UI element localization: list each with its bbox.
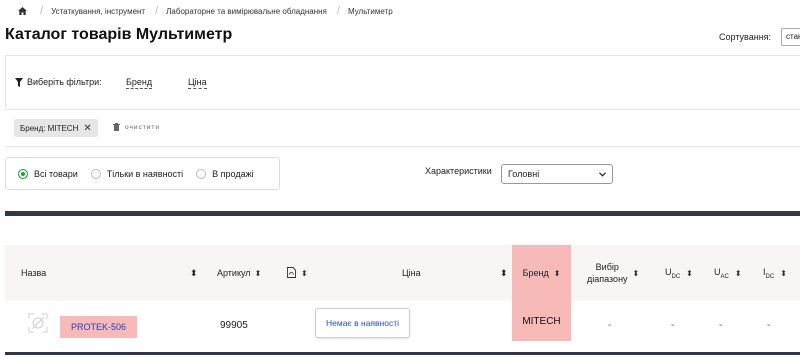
cell-article: 99905 — [220, 320, 248, 331]
active-filters: Бренд: MITECH ✕ очистити — [5, 110, 800, 147]
out-of-stock-button[interactable]: Немає в наявності — [315, 308, 410, 338]
breadcrumb-item[interactable]: Устаткування, інструмент — [51, 7, 145, 16]
column-label: UDC — [665, 267, 680, 280]
filter-brand[interactable]: Бренд — [126, 77, 153, 89]
characteristics-label: Характеристики — [425, 166, 492, 176]
clear-filters-button[interactable]: очистити — [113, 123, 160, 131]
cell-udc: - — [671, 320, 675, 331]
column-label-sub: DC — [765, 273, 775, 280]
column-label: Вибір діапазону — [587, 261, 628, 285]
sort-label: Сортування: — [719, 32, 772, 42]
column-header-pdf[interactable]: ⬍ — [287, 245, 308, 301]
filter-chip-label: Бренд: MITECH — [20, 123, 79, 133]
filter-brand-label[interactable]: Бренд — [126, 77, 153, 89]
column-label: Бренд — [522, 268, 549, 278]
column-label: IDC — [763, 267, 774, 280]
column-header-brand[interactable]: Бренд ⬍ — [512, 245, 571, 301]
column-header-name: Назва — [21, 245, 46, 301]
column-label: Ціна — [402, 268, 421, 278]
radio-button[interactable] — [196, 168, 207, 179]
filter-label: Виберіть фільтри: — [27, 77, 102, 87]
column-label-line: Вибір — [595, 262, 619, 272]
column-header-idc[interactable]: IDC ⬍ — [763, 245, 787, 301]
sort-arrows-icon[interactable]: ⬍ — [633, 269, 640, 278]
radio-label: Всі товари — [34, 168, 78, 179]
column-header-uac[interactable]: UAC ⬍ — [714, 245, 742, 301]
cell-range: - — [608, 320, 612, 331]
filter-icon — [15, 77, 23, 87]
column-header-price: Ціна — [402, 245, 421, 301]
trash-icon — [113, 123, 120, 131]
breadcrumb: / Устаткування, інструмент / Лабораторне… — [18, 5, 393, 17]
column-label: Артикул — [217, 268, 251, 278]
close-icon[interactable]: ✕ — [83, 123, 91, 134]
characteristics-value: Головні — [508, 169, 540, 179]
sort-arrows-icon[interactable]: ⬍ — [780, 269, 787, 278]
radio-in-stock[interactable]: Тільки в наявності — [90, 168, 184, 179]
availability-radio-group: Всі товари Тільки в наявності В продажі — [5, 157, 280, 190]
sort-arrows-icon[interactable]: ⬍ — [686, 269, 693, 278]
radio-on-sale[interactable]: В продажі — [196, 168, 254, 179]
table-row: PROTEK-506 99905 Немає в наявності MITEC… — [5, 301, 800, 346]
sort-arrows-icon[interactable]: ⬍ — [554, 269, 561, 278]
sort-arrows-icon[interactable]: ⬍ — [255, 269, 262, 278]
cell-uac: - — [719, 320, 723, 331]
column-header-article[interactable]: Артикул ⬍ — [217, 245, 261, 301]
column-header-range[interactable]: Вибір діапазону ⬍ — [587, 245, 639, 301]
filter-chip-brand[interactable]: Бренд: MITECH ✕ — [14, 119, 98, 137]
table-header: Назва ⬍ Артикул ⬍ ⬍ Ціна ⬍ Бренд ⬍ Вибір… — [5, 245, 800, 301]
radio-button[interactable] — [18, 168, 28, 179]
breadcrumb-current: Мультиметр — [347, 6, 393, 16]
clear-filters-label: очистити — [125, 123, 160, 131]
radio-all-products[interactable]: Всі товари — [18, 168, 78, 179]
column-label-sub: AC — [720, 273, 729, 280]
characteristics-select[interactable]: Головні — [501, 164, 613, 184]
chevron-down-icon — [599, 169, 606, 179]
column-label-line: діапазону — [587, 274, 628, 284]
cell-brand: MITECH — [512, 301, 571, 341]
page-title: Каталог товарів Мультиметр — [5, 26, 233, 43]
breadcrumb-separator: / — [155, 5, 159, 17]
product-link[interactable]: PROTEK-506 — [60, 316, 137, 338]
filter-price[interactable]: Ціна — [188, 77, 207, 89]
sort-arrows-icon[interactable]: ⬍ — [301, 269, 308, 278]
sort-arrows-icon[interactable]: ⬍ — [190, 245, 198, 301]
home-icon[interactable] — [18, 7, 30, 15]
breadcrumb-separator: / — [336, 5, 340, 17]
radio-label: В продажі — [212, 168, 254, 179]
product-table: Назва ⬍ Артикул ⬍ ⬍ Ціна ⬍ Бренд ⬍ Вибір… — [5, 211, 800, 355]
breadcrumb-separator: / — [40, 5, 44, 17]
sort-control: Сортування: стан — [719, 28, 800, 46]
radio-label: Тільки в наявності — [106, 168, 184, 179]
column-label-sub: DC — [671, 273, 681, 280]
column-header-udc[interactable]: UDC ⬍ — [665, 245, 693, 301]
breadcrumb-item[interactable]: Лабораторне та вимірювальне обладнання — [166, 7, 327, 16]
pdf-icon — [287, 266, 296, 280]
cell-idc: - — [767, 320, 771, 331]
filter-price-label[interactable]: Ціна — [188, 77, 207, 89]
radio-button[interactable] — [90, 168, 101, 179]
filter-bar: Виберіть фільтри: Бренд Ціна — [5, 55, 800, 110]
column-label: UAC — [714, 267, 729, 280]
sort-arrows-icon[interactable]: ⬍ — [500, 245, 508, 301]
sort-arrows-icon[interactable]: ⬍ — [735, 269, 742, 278]
no-image-icon[interactable] — [25, 310, 51, 336]
filter-label-group: Виберіть фільтри: — [15, 77, 102, 87]
sort-select[interactable]: стан — [781, 28, 800, 46]
column-label: Назва — [21, 268, 47, 278]
